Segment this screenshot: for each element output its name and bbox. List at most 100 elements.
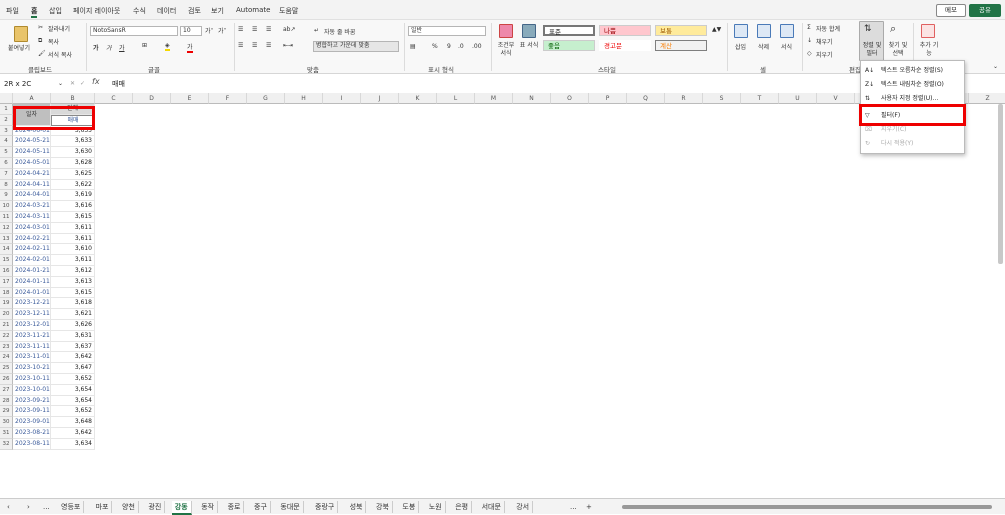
font-shrink-icon[interactable]: 가˅ bbox=[218, 26, 227, 35]
menu-page-layout[interactable]: 페이지 레이아웃 bbox=[73, 6, 120, 16]
cell-value[interactable]: 3,626 bbox=[51, 320, 95, 331]
row-header[interactable]: 4 bbox=[0, 136, 13, 148]
add-ins-icon[interactable] bbox=[921, 24, 935, 38]
sheet-tab[interactable]: 동작 bbox=[198, 501, 219, 513]
row-header[interactable]: 30 bbox=[0, 417, 13, 428]
cell-value[interactable]: 3,648 bbox=[51, 417, 95, 428]
add-sheet-button[interactable]: + bbox=[583, 501, 595, 513]
column-header[interactable]: K bbox=[399, 93, 437, 104]
sheet-tabs-more[interactable]: ... bbox=[567, 501, 580, 513]
cell-date[interactable]: 2023-09-11 bbox=[13, 406, 51, 418]
row-header[interactable]: 16 bbox=[0, 266, 13, 277]
cell-value[interactable]: 3,631 bbox=[51, 330, 95, 342]
paste-button[interactable]: 붙여넣기 bbox=[8, 43, 30, 52]
copy-icon[interactable]: ⧉ bbox=[38, 37, 42, 45]
column-header[interactable]: M bbox=[475, 93, 513, 104]
cut-button[interactable]: 잘라내기 bbox=[48, 24, 70, 33]
row-header[interactable]: 5 bbox=[0, 147, 13, 158]
cell-date[interactable]: 2023-12-21 bbox=[13, 298, 51, 310]
menu-file[interactable]: 파일 bbox=[6, 6, 19, 16]
cell-date[interactable]: 2024-01-01 bbox=[13, 287, 51, 299]
copy-button[interactable]: 복사 bbox=[48, 37, 59, 46]
row-header[interactable]: 20 bbox=[0, 309, 13, 320]
percent-icon[interactable]: % bbox=[432, 43, 438, 50]
sort-ascending-item[interactable]: 텍스트 오름차순 정렬(S) bbox=[881, 65, 943, 77]
row-header[interactable]: 27 bbox=[0, 384, 13, 396]
number-format-select[interactable]: 일반 bbox=[408, 26, 486, 36]
column-header[interactable]: N bbox=[513, 93, 551, 104]
wrap-text-icon[interactable]: ↵ bbox=[314, 27, 319, 34]
orientation-icon[interactable]: ab↗ bbox=[283, 26, 296, 33]
find-select-button[interactable]: 찾기 및 선택 bbox=[886, 42, 910, 58]
row-header[interactable]: 22 bbox=[0, 330, 13, 342]
row-header[interactable]: 13 bbox=[0, 233, 13, 245]
cell-value[interactable]: 3,654 bbox=[51, 395, 95, 407]
align-left-icon[interactable]: ☰ bbox=[238, 42, 243, 49]
cell-value[interactable]: 3,610 bbox=[51, 244, 95, 256]
cell-date[interactable]: 2024-01-11 bbox=[13, 276, 51, 288]
cell-date[interactable]: 2024-05-01 bbox=[13, 158, 51, 169]
font-name-select[interactable]: NotoSansR bbox=[90, 26, 178, 36]
cell-value[interactable]: 3,630 bbox=[51, 147, 95, 158]
cell-value[interactable]: 3,647 bbox=[51, 363, 95, 374]
cell-value[interactable]: 3,642 bbox=[51, 428, 95, 439]
row-header[interactable]: 3 bbox=[0, 125, 13, 137]
style-calculation[interactable]: 계산 bbox=[655, 40, 707, 51]
increase-decimal-icon[interactable]: .0 bbox=[458, 43, 464, 50]
row-header[interactable]: 11 bbox=[0, 212, 13, 223]
name-box[interactable]: 2R x 2C bbox=[2, 78, 56, 90]
cell-date[interactable]: 2024-02-01 bbox=[13, 255, 51, 266]
menu-automate[interactable]: Automate bbox=[236, 6, 270, 14]
fill-button[interactable]: 채우기 bbox=[816, 37, 833, 46]
cell-date[interactable]: 2023-11-11 bbox=[13, 341, 51, 353]
cell-value[interactable]: 3,652 bbox=[51, 374, 95, 385]
merge-center-button[interactable]: 병합하고 가운데 맞춤 bbox=[313, 41, 399, 52]
cell-date[interactable]: 2024-01-21 bbox=[13, 266, 51, 277]
row-header[interactable]: 12 bbox=[0, 222, 13, 234]
column-header[interactable]: V bbox=[817, 93, 855, 104]
cell-date[interactable]: 2024-03-21 bbox=[13, 201, 51, 212]
cell-date[interactable]: 2024-02-11 bbox=[13, 244, 51, 256]
cell-value[interactable]: 3,633 bbox=[51, 136, 95, 148]
column-header[interactable]: C bbox=[95, 93, 133, 104]
fx-icon[interactable]: fx bbox=[92, 77, 100, 86]
spreadsheet-grid[interactable]: ABCDEFGHIJKLMNOPQRSTUVWXYZ 1234567891011… bbox=[0, 93, 1005, 495]
style-bad[interactable]: 나쁨 bbox=[599, 25, 651, 36]
format-cells-button[interactable]: 서식 bbox=[781, 42, 792, 51]
clear-icon[interactable]: ◇ bbox=[807, 50, 812, 57]
cell-date[interactable]: 2024-04-11 bbox=[13, 179, 51, 191]
row-header[interactable]: 1 bbox=[0, 104, 13, 115]
cell-date[interactable]: 2024-02-21 bbox=[13, 233, 51, 245]
ribbon-collapse-icon[interactable]: ⌄ bbox=[993, 63, 998, 70]
cell-date[interactable]: 2024-05-11 bbox=[13, 147, 51, 158]
memo-button[interactable]: 메모 bbox=[936, 4, 966, 17]
sheet-tab[interactable]: 동대문 bbox=[277, 501, 304, 513]
font-grow-icon[interactable]: 가˄ bbox=[205, 26, 214, 35]
column-header[interactable]: J bbox=[361, 93, 399, 104]
row-header[interactable]: 18 bbox=[0, 287, 13, 299]
sheet-tab[interactable]: 강동 bbox=[171, 501, 192, 515]
row-header[interactable]: 25 bbox=[0, 363, 13, 374]
fill-icon[interactable]: ↓ bbox=[807, 37, 812, 44]
row-header[interactable]: 26 bbox=[0, 374, 13, 385]
row-header[interactable]: 31 bbox=[0, 428, 13, 439]
column-header[interactable]: O bbox=[551, 93, 589, 104]
column-header[interactable]: E bbox=[171, 93, 209, 104]
name-box-dropdown-icon[interactable]: ⌄ bbox=[58, 80, 63, 87]
row-header[interactable]: 8 bbox=[0, 179, 13, 191]
cell-date[interactable]: 2023-08-21 bbox=[13, 428, 51, 439]
align-bottom-icon[interactable]: ☰ bbox=[266, 26, 271, 33]
column-header[interactable]: Z bbox=[969, 93, 1005, 104]
row-header[interactable]: 7 bbox=[0, 168, 13, 180]
cell-value[interactable]: 3,634 bbox=[51, 438, 95, 450]
column-header[interactable]: A bbox=[13, 93, 51, 104]
autosum-button[interactable]: 자동 합계 bbox=[816, 24, 840, 33]
menu-home[interactable]: 홈 bbox=[31, 6, 38, 18]
cell-value[interactable]: 3,616 bbox=[51, 201, 95, 212]
row-header[interactable]: 10 bbox=[0, 201, 13, 212]
row-header[interactable]: 17 bbox=[0, 276, 13, 288]
share-button[interactable]: 공유 bbox=[969, 4, 1001, 17]
column-header[interactable]: U bbox=[779, 93, 817, 104]
column-header[interactable]: S bbox=[703, 93, 741, 104]
column-header[interactable]: L bbox=[437, 93, 475, 104]
